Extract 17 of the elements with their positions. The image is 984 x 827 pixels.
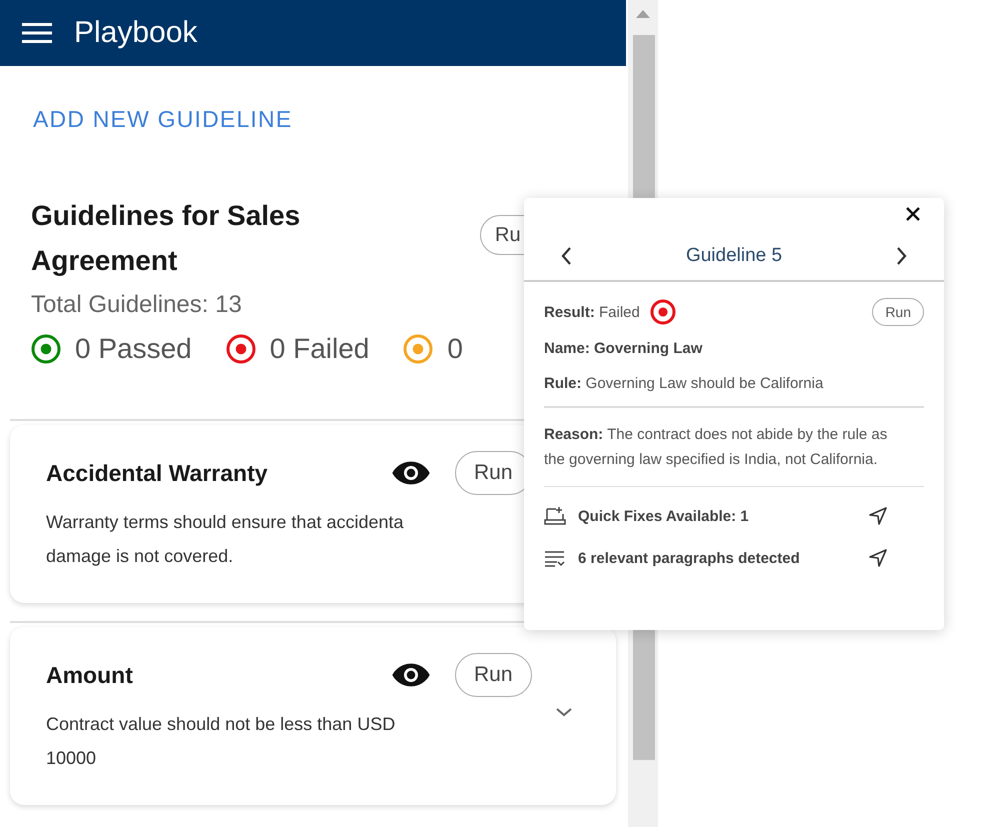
guideline-name: Accidental Warranty [46,460,269,486]
rule-text: Rule: Governing Law should be California [544,375,824,392]
result-text: Result: Failed [544,304,640,320]
action-text: Quick Fixes Available: 1 [578,508,750,524]
guideline-description: Warranty terms should ensure that accidenta damage is not covered. [46,511,404,568]
status-count: 0 Failed [270,333,370,365]
guideline-name: Name: Governing Law [544,340,704,357]
action-text: 6 relevant paragraphs detected [578,550,801,566]
status-count: 0 Passed [75,333,192,365]
app-title: Playbook [74,16,198,50]
total-guidelines: Total Guidelines: 13 [31,291,242,319]
guideline-description: Contract value should not be less than USD 10000 [46,713,396,770]
reason-text: Reason: The contract does not abide by the rule as the governing law specified is India, not California. [544,424,888,470]
status-count: 0 [447,333,463,365]
guideline-name: Amount [46,662,134,688]
popover-title: Guideline 5 [686,245,782,267]
guidelines-title: Guidelines for Sales Agreement [31,199,302,278]
